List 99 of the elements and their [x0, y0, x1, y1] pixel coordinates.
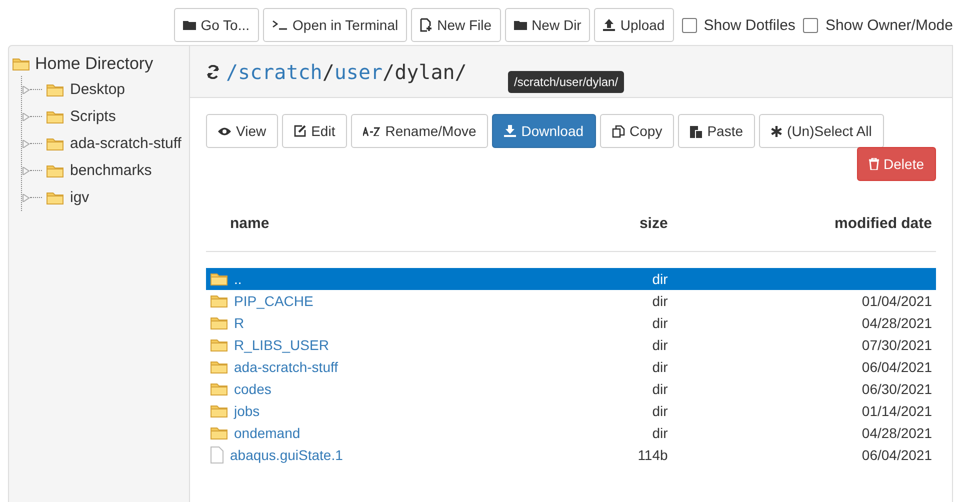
checkbox-label: Show Owner/Mode [825, 16, 953, 34]
action-button[interactable]: Rename/Move [351, 114, 488, 148]
folder-icon [210, 338, 228, 352]
tree-item[interactable]: igv [46, 189, 90, 206]
folder-icon [182, 20, 196, 30]
folder-icon [46, 190, 64, 204]
file-row[interactable]: abaqus.guiState.1 114b 06/04/2021 [206, 444, 936, 466]
collapsed-arrow-icon[interactable] [22, 140, 30, 148]
folder-icon [210, 404, 228, 418]
size-cell-text: dir [651, 380, 669, 399]
date-cell-text: 06/30/2021 [860, 380, 933, 399]
size-cell-text: dir [651, 314, 669, 333]
sort-icon [363, 126, 380, 136]
file-row[interactable]: R_LIBS_USER dir 07/30/2021 [206, 334, 936, 356]
trash-icon [868, 158, 879, 170]
file-row[interactable]: PIP_CACHE dir 01/04/2021 [206, 290, 936, 312]
folder-icon [210, 272, 228, 286]
edit-icon [294, 125, 306, 137]
refresh-icon[interactable] [206, 64, 220, 78]
path-text: /dylan/ [382, 60, 467, 84]
terminal-icon [272, 20, 288, 30]
toolbar-button[interactable]: New Dir [504, 8, 590, 42]
folder-icon [210, 382, 228, 396]
date-cell: 01/04/2021 [672, 290, 936, 312]
size-cell-text: 114b [636, 446, 669, 465]
file-name[interactable]: R_LIBS_USER [234, 337, 329, 353]
folder-icon [46, 164, 64, 178]
file-icon [210, 446, 224, 464]
folder-icon [12, 57, 30, 71]
date-cell-text: 01/14/2021 [860, 402, 933, 421]
tree-item[interactable]: Scripts [46, 108, 116, 125]
tree-item[interactable]: Home Directory [12, 52, 186, 76]
file-name[interactable]: jobs [234, 403, 260, 419]
file-name[interactable]: ondemand [234, 425, 300, 441]
checkbox[interactable] [682, 18, 697, 32]
file-row[interactable]: ondemand dir 04/28/2021 [206, 422, 936, 444]
tree-item[interactable]: Desktop [46, 81, 126, 98]
date-cell-text: 04/28/2021 [860, 314, 933, 333]
tree-item[interactable]: benchmarks [46, 162, 152, 179]
file-name[interactable]: ada-scratch-stuff [234, 359, 338, 375]
file-name[interactable]: R [234, 315, 244, 331]
toolbar-button[interactable]: Open in Terminal [262, 8, 408, 42]
action-button[interactable]: Paste [678, 114, 756, 148]
folder-icon [46, 110, 64, 124]
folder-icon [210, 294, 228, 308]
date-cell-text: 07/30/2021 [860, 336, 933, 355]
folder-icon [210, 316, 228, 330]
column-header[interactable]: name [206, 207, 573, 252]
file-name[interactable]: abaqus.guiState.1 [230, 447, 343, 463]
toolbar-button[interactable]: Go To... [174, 8, 259, 42]
delete-button[interactable]: Delete [856, 147, 936, 181]
path-link[interactable]: user [334, 60, 383, 84]
tooltip: /scratch/user/dylan/ [508, 71, 624, 93]
asterisk-icon [771, 126, 782, 136]
folder-icon [46, 82, 64, 96]
file-row[interactable]: R dir 04/28/2021 [206, 312, 936, 334]
checkbox-label: Show Dotfiles [704, 16, 796, 34]
action-button[interactable]: (Un)Select All [759, 114, 884, 148]
date-cell-text: 06/04/2021 [860, 446, 933, 465]
size-cell-text: dir [651, 358, 669, 377]
action-button[interactable]: View [206, 114, 278, 148]
folder-icon [46, 136, 64, 150]
toolbar-button[interactable]: Upload [594, 8, 674, 42]
column-header[interactable]: size [572, 207, 672, 252]
eye-icon [218, 126, 231, 136]
folder-icon [210, 426, 228, 440]
column-header[interactable]: modified date [672, 207, 936, 252]
action-button[interactable]: Edit [282, 114, 348, 148]
collapsed-arrow-icon[interactable] [22, 194, 30, 202]
file-name[interactable]: PIP_CACHE [234, 293, 314, 309]
toolbar-button[interactable]: New File [411, 8, 501, 42]
checkbox[interactable] [803, 18, 818, 32]
size-cell: dir [572, 290, 672, 312]
file-row[interactable]: jobs dir 01/14/2021 [206, 400, 936, 422]
upload-icon [603, 19, 616, 31]
collapsed-arrow-icon[interactable] [22, 86, 30, 94]
size-cell: dir [572, 268, 672, 290]
date-cell-text: 04/28/2021 [860, 424, 933, 443]
new-file-icon [420, 18, 432, 32]
date-cell-text: 06/04/2021 [860, 358, 933, 377]
tree-item[interactable]: ada-scratch-stuff [46, 135, 182, 152]
size-cell-text: dir [651, 336, 669, 355]
action-button[interactable]: Copy [600, 114, 674, 148]
paste-icon [690, 124, 702, 138]
folder-icon [514, 20, 527, 30]
collapsed-arrow-icon[interactable] [22, 112, 30, 120]
copy-icon [612, 124, 625, 138]
file-row[interactable]: codes dir 06/30/2021 [206, 378, 936, 400]
collapsed-arrow-icon[interactable] [22, 166, 30, 174]
file-row[interactable]: ada-scratch-stuff dir 06/04/2021 [206, 356, 936, 378]
folder-icon [210, 360, 228, 374]
path-text: / [322, 60, 334, 84]
size-cell-text: dir [651, 424, 669, 443]
download-icon [504, 125, 516, 137]
path-link[interactable]: /scratch [226, 60, 322, 84]
file-name[interactable]: .. [234, 271, 242, 287]
action-button[interactable]: Download [492, 114, 596, 148]
size-cell-text: dir [651, 402, 669, 421]
file-name[interactable]: codes [234, 381, 272, 397]
